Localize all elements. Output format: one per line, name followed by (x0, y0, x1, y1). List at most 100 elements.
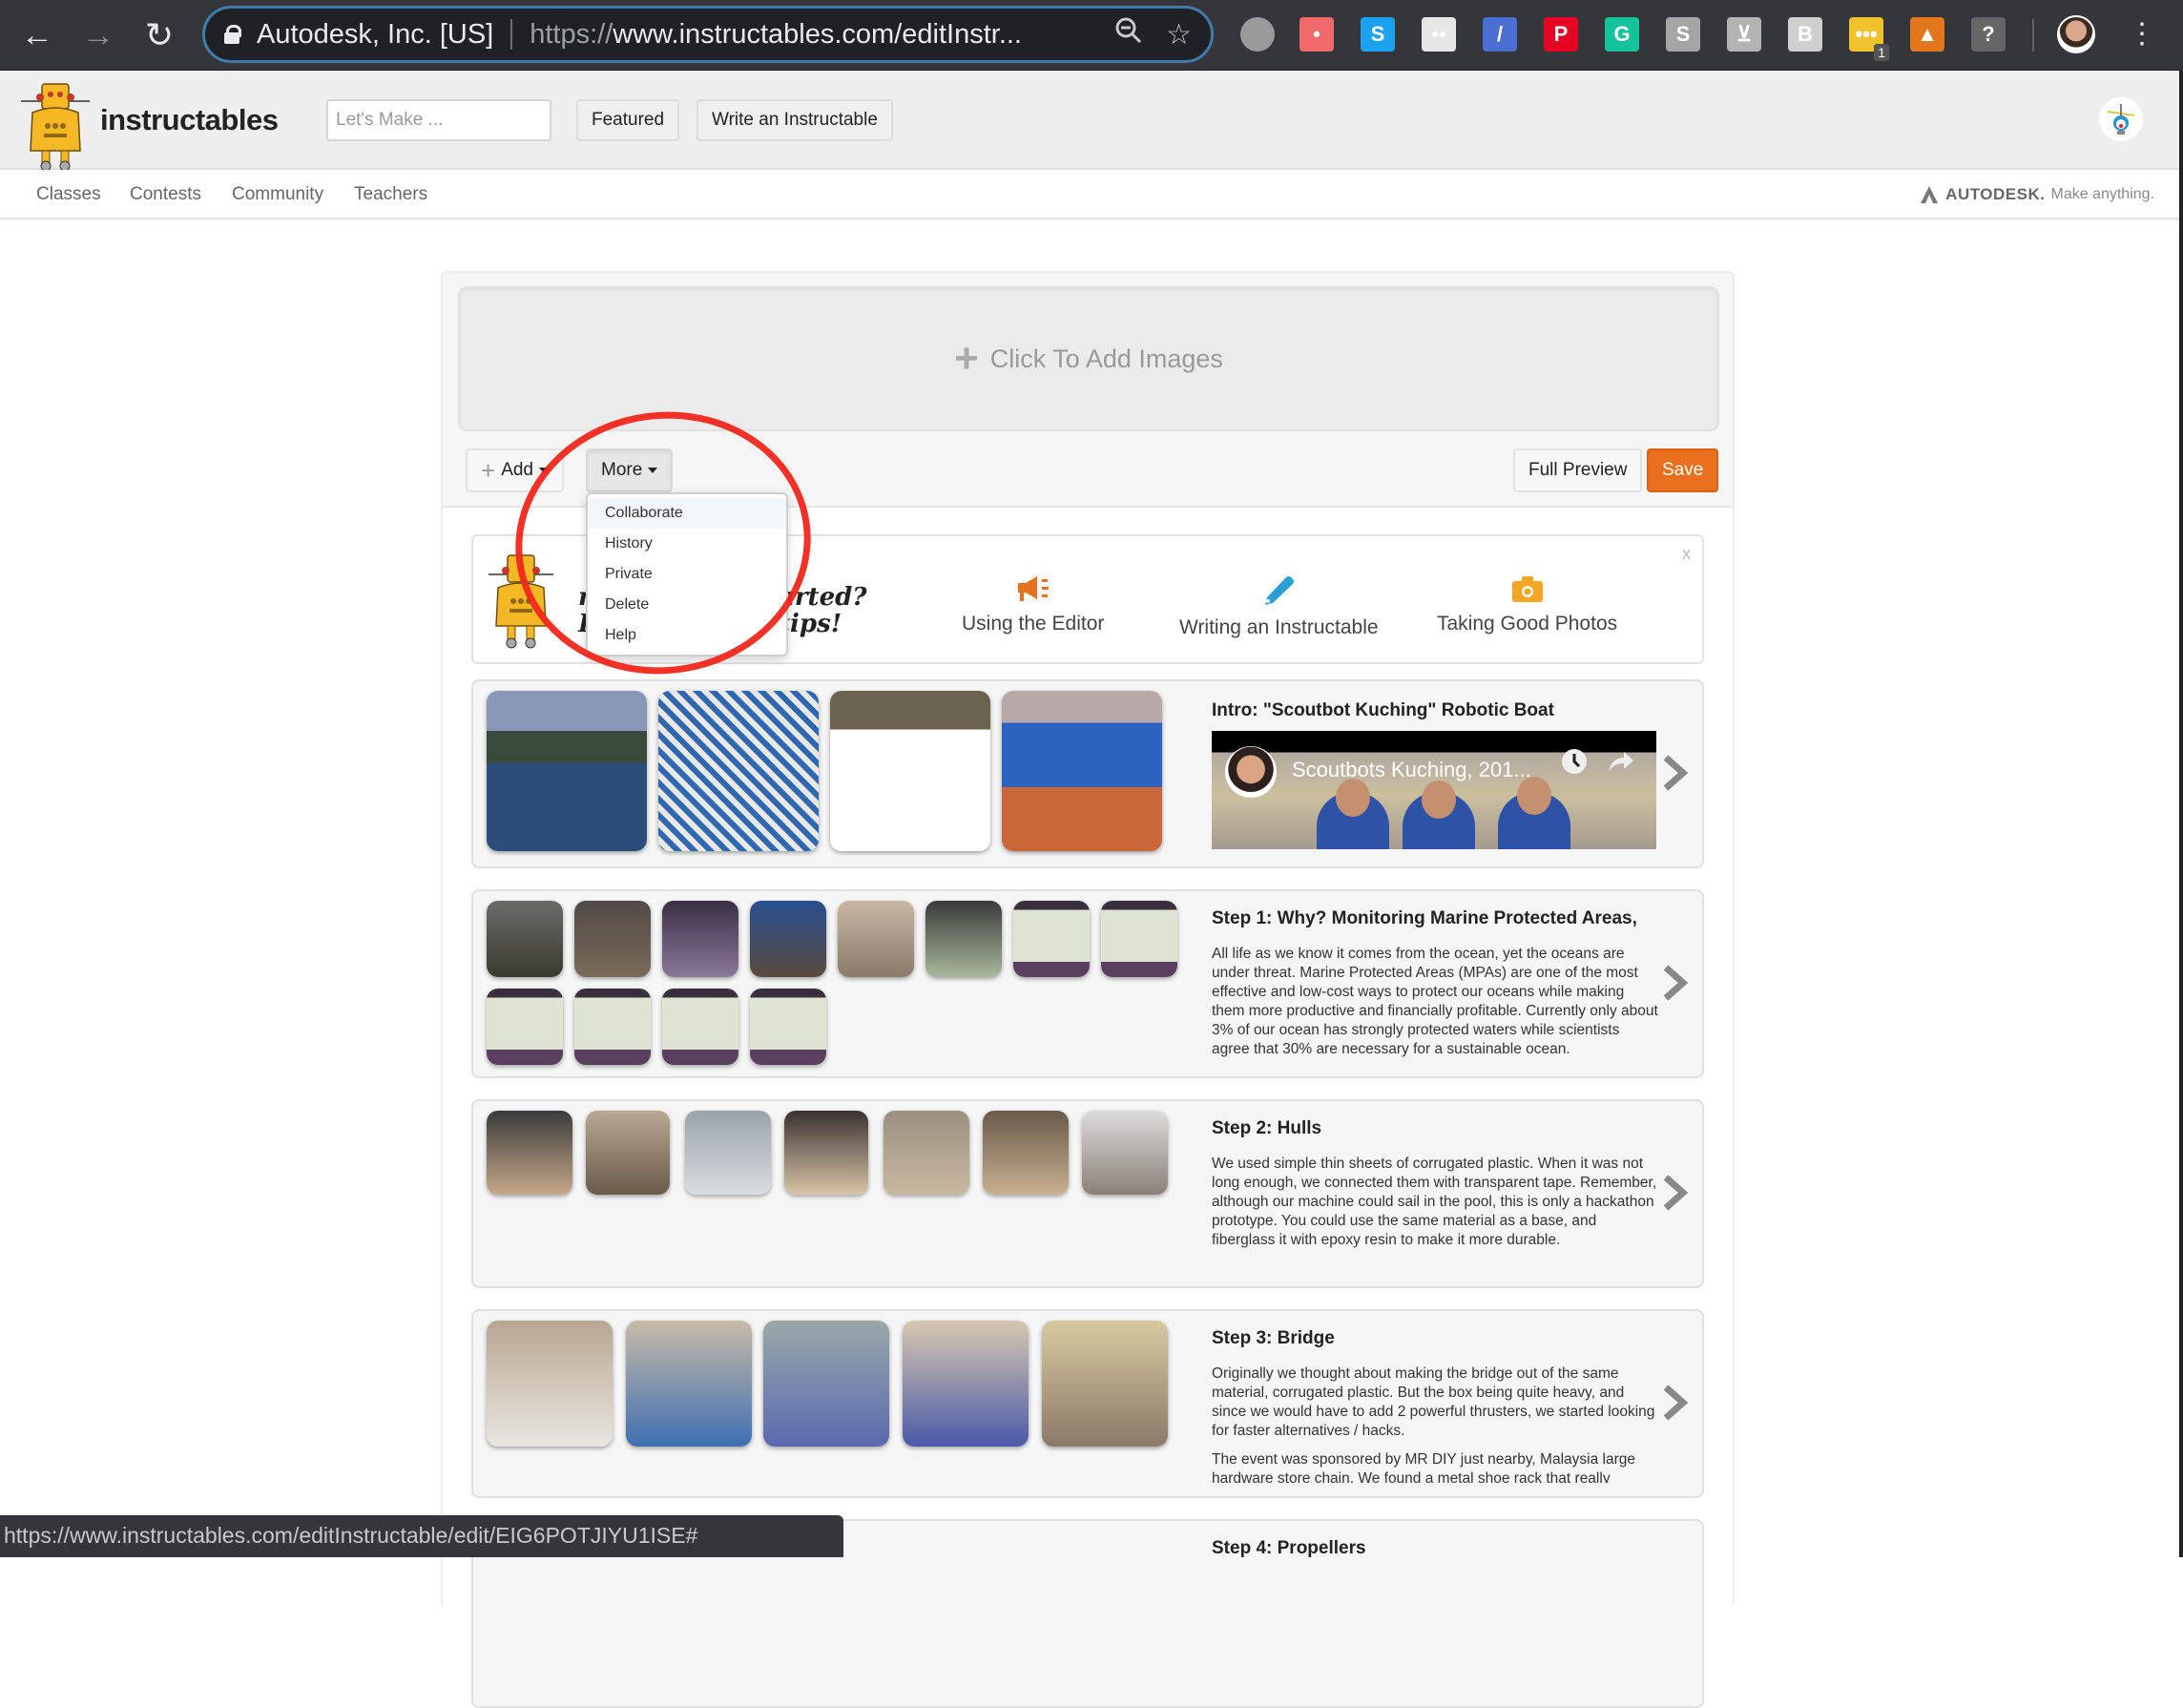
step-thumbnail[interactable] (487, 901, 563, 977)
step-thumbnail[interactable] (763, 1321, 889, 1447)
step-card-1[interactable]: Step 1: Why? Monitoring Marine Protected… (471, 889, 1704, 1078)
menu-item-collaborate[interactable]: Collaborate (588, 498, 786, 529)
step-card-3[interactable]: Step 3: Bridge Originally we thought abo… (471, 1309, 1704, 1498)
instructable-editor: + Click To Add Images + Add More Full Pr… (441, 271, 1735, 1708)
tip-using-editor[interactable]: Using the Editor (962, 574, 1104, 635)
tip-writing-instructable[interactable]: Writing an Instructable (1179, 574, 1379, 639)
step-thumbnail[interactable] (586, 1111, 670, 1195)
nav-teachers[interactable]: Teachers (354, 184, 427, 205)
back-button[interactable]: ← (17, 15, 57, 55)
metamask-extension[interactable]: ▲ (1910, 17, 1944, 52)
video-title[interactable]: Scoutbots Kuching, 201... (1292, 758, 1531, 782)
browser-menu-icon[interactable]: ⋮ (2128, 17, 2156, 52)
menu-item-private[interactable]: Private (588, 559, 786, 590)
step-thumbnail[interactable] (1101, 901, 1177, 977)
nav-classes[interactable]: Classes (36, 184, 101, 205)
step-thumbnail[interactable] (487, 1321, 613, 1447)
step-thumbnail[interactable] (662, 989, 738, 1065)
chevron-right-icon[interactable] (1660, 964, 1689, 1002)
autodesk-branding[interactable]: AUTODESK. Make anything. (1919, 185, 2154, 204)
tip-taking-photos[interactable]: Taking Good Photos (1437, 574, 1617, 635)
menu-item-delete[interactable]: Delete (588, 590, 786, 620)
share-icon[interactable] (1607, 750, 1635, 773)
reload-button[interactable]: ↻ (139, 15, 179, 55)
user-avatar[interactable] (2099, 97, 2143, 141)
menu-item-help[interactable]: Help (588, 620, 786, 651)
step-thumbnail[interactable] (784, 1111, 868, 1195)
step-thumbnail[interactable] (903, 1321, 1029, 1447)
step-thumbnail[interactable] (1002, 691, 1162, 851)
step-card-2[interactable]: Step 2: Hulls We used simple thin sheets… (471, 1099, 1704, 1288)
chevron-right-icon[interactable] (1660, 754, 1689, 792)
skype-extension[interactable]: S (1361, 17, 1395, 52)
step-thumbnail[interactable] (626, 1321, 752, 1447)
nav-contests[interactable]: Contests (130, 184, 201, 205)
flickr-extension[interactable]: •• (1422, 17, 1456, 52)
step-description: We used simple thin sheets of corrugated… (1212, 1155, 1660, 1250)
step-thumbnail[interactable] (750, 901, 826, 977)
zoom-out-icon[interactable] (1114, 16, 1143, 52)
step-thumbnail[interactable] (487, 1111, 572, 1195)
forward-button[interactable]: → (78, 15, 118, 55)
bitly-extension[interactable]: B (1788, 17, 1822, 52)
instructables-robot-logo[interactable] (17, 80, 94, 172)
grammarly-extension[interactable]: G (1605, 17, 1639, 52)
more-button[interactable]: More (586, 448, 674, 492)
step-thumbnail[interactable] (830, 691, 990, 851)
download-extension[interactable]: ⊻ (1727, 17, 1761, 52)
step-thumbnail[interactable] (1013, 901, 1090, 977)
eyedropper-extension[interactable]: / (1483, 17, 1517, 52)
step-thumbnail[interactable] (750, 989, 826, 1065)
featured-button[interactable]: Featured (576, 99, 680, 141)
step-thumbnail[interactable] (884, 1111, 969, 1195)
plus-icon: + (954, 335, 979, 382)
full-preview-button[interactable]: Full Preview (1513, 448, 1643, 492)
step-thumbnail[interactable] (685, 1111, 771, 1195)
step-thumbnail[interactable] (1042, 1321, 1168, 1447)
add-button[interactable]: + Add (466, 448, 564, 492)
menu-item-history[interactable]: History (588, 529, 786, 559)
step-thumbnail[interactable] (658, 691, 819, 851)
save-button[interactable]: Save (1647, 448, 1719, 492)
brand-name[interactable]: instructables (100, 103, 279, 137)
step-title: Step 1: Why? Monitoring Marine Protected… (1212, 908, 1637, 928)
step-thumbnail[interactable] (487, 989, 563, 1065)
bookmark-star-icon[interactable]: ☆ (1166, 18, 1192, 52)
link-hover-status: https://www.instructables.com/editInstru… (0, 1515, 843, 1557)
step-thumbnail[interactable] (838, 901, 914, 977)
step-thumbnail[interactable] (574, 901, 651, 977)
site-identity[interactable]: Autodesk, Inc. [US] (257, 19, 493, 51)
step-thumbnail[interactable] (925, 901, 1002, 977)
skype-grey-extension[interactable]: S (1666, 17, 1700, 52)
browser-profile-avatar[interactable] (2057, 15, 2095, 53)
address-bar[interactable]: Autodesk, Inc. [US] https://www.instruct… (202, 6, 1214, 63)
speech-bubble-extension[interactable] (1240, 17, 1275, 52)
step-thumbnail[interactable] (574, 989, 651, 1065)
add-images-label: Click To Add Images (989, 344, 1223, 373)
step-thumbnail[interactable] (1082, 1111, 1168, 1195)
close-tips-button[interactable]: x (1682, 544, 1691, 564)
yellow-notes-extension[interactable]: ••• 1 (1849, 17, 1889, 61)
step-card-intro[interactable]: Intro: "Scoutbot Kuching" Robotic Boat S… (471, 679, 1704, 868)
pinterest-extension[interactable]: P (1544, 17, 1578, 52)
search-input[interactable] (328, 101, 550, 139)
step-thumbnail[interactable] (487, 691, 647, 851)
nav-community[interactable]: Community (232, 184, 323, 205)
add-images-dropzone[interactable]: + Click To Add Images (458, 286, 1719, 431)
site-header: instructables Featured Write an Instruct… (0, 71, 2183, 172)
video-frame (1517, 777, 1551, 815)
watch-later-icon[interactable] (1561, 748, 1588, 775)
step-thumbnail[interactable] (983, 1111, 1069, 1195)
step-description: Originally we thought about making the b… (1212, 1364, 1660, 1483)
asana-extension[interactable]: • (1299, 17, 1334, 52)
write-instructable-button[interactable]: Write an Instructable (696, 99, 893, 141)
step-title: Step 4: Propellers (1212, 1538, 1366, 1558)
url-text[interactable]: https://www.instructables.com/editInstr.… (530, 19, 1092, 51)
step-title: Step 3: Bridge (1212, 1328, 1335, 1348)
chevron-right-icon[interactable] (1660, 1174, 1689, 1212)
video-embed[interactable]: Scoutbots Kuching, 201... (1212, 731, 1656, 849)
lightbulb-extension[interactable]: ? (1971, 17, 2006, 52)
chevron-right-icon[interactable] (1660, 1384, 1689, 1422)
step-thumbnail[interactable] (662, 901, 738, 977)
channel-avatar[interactable] (1225, 746, 1277, 798)
